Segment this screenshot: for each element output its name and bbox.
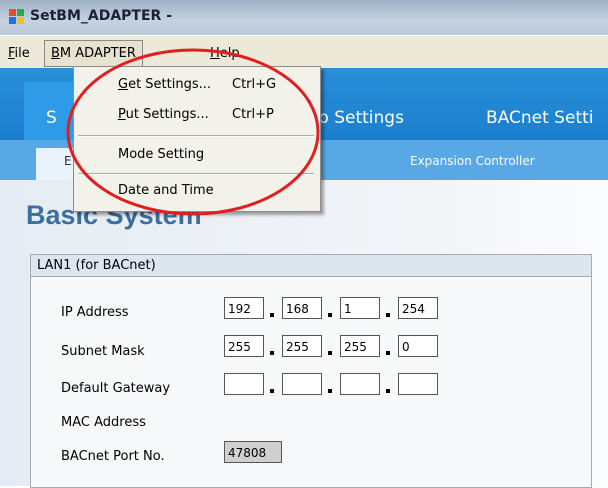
ip-dot [386, 313, 390, 317]
shortcut-ctrl-p: Ctrl+P [232, 107, 274, 122]
menu-item-date-and-time[interactable]: Date and Time [118, 183, 214, 198]
gateway-dot [328, 389, 332, 393]
default-gateway-label: Default Gateway [61, 381, 171, 396]
window-title: SetBM_ADAPTER - [30, 8, 173, 24]
subnet-octet-3[interactable]: 255 [340, 335, 380, 357]
subnet-dot [270, 351, 274, 355]
ip-dot [328, 313, 332, 317]
menu-bm-accel: B [51, 46, 60, 61]
mac-address-label: MAC Address [61, 415, 146, 430]
ip-octet-2[interactable]: 168 [282, 297, 322, 319]
tab-bacnet-settings[interactable]: BACnet Setti [486, 108, 593, 128]
bacnet-port-field: 47808 [224, 441, 282, 463]
gateway-dot [386, 389, 390, 393]
ip-octet-4[interactable]: 254 [398, 297, 438, 319]
menu-file-label: ile [14, 46, 30, 61]
subnet-dot [386, 351, 390, 355]
menu-help-label: elp [219, 46, 240, 61]
subnet-octet-1[interactable]: 255 [224, 335, 264, 357]
menu-separator [78, 135, 314, 137]
bm-adapter-menu: Get Settings... Ctrl+G Put Settings... C… [73, 66, 321, 212]
gateway-octet-1[interactable] [224, 373, 264, 395]
lan1-group: LAN1 (for BACnet) IP Address 192 168 1 2… [30, 254, 592, 488]
subnet-dot [328, 351, 332, 355]
group-title: LAN1 (for BACnet) [31, 255, 591, 277]
subnet-mask-label: Subnet Mask [61, 344, 145, 359]
put-accel: P [118, 107, 126, 122]
menu-help-accel: H [210, 46, 220, 61]
menu-item-mode-setting[interactable]: Mode Setting [118, 147, 204, 162]
menu-separator [78, 173, 314, 175]
subtab-basic-partial[interactable]: E [64, 154, 72, 168]
ip-octet-3[interactable]: 1 [340, 297, 380, 319]
app-icon [9, 9, 25, 25]
menu-bm-label: M ADAPTER [59, 46, 136, 61]
menu-item-put-settings[interactable]: Put Settings... [118, 107, 209, 122]
get-accel: G [118, 77, 129, 92]
ip-octet-1[interactable]: 192 [224, 297, 264, 319]
bacnet-port-label: BACnet Port No. [61, 449, 165, 464]
gateway-octet-3[interactable] [340, 373, 380, 395]
ip-dot [270, 313, 274, 317]
get-label: et Settings... [128, 77, 212, 92]
menu-help[interactable]: Help [210, 46, 240, 61]
ip-address-label: IP Address [61, 305, 129, 320]
gateway-octet-4[interactable] [398, 373, 438, 395]
tab-setup-settings[interactable]: p Settings [318, 108, 404, 128]
put-label: ut Settings... [125, 107, 209, 122]
menu-bar: File BM ADAPTER Help [0, 35, 608, 68]
subtab-expansion-controller[interactable]: Expansion Controller [410, 154, 535, 168]
gateway-dot [270, 389, 274, 393]
title-bar: SetBM_ADAPTER - [0, 0, 608, 35]
gateway-octet-2[interactable] [282, 373, 322, 395]
menu-bm-adapter[interactable]: BM ADAPTER [44, 40, 143, 67]
content-area: Basic System LAN1 (for BACnet) IP Addres… [0, 180, 608, 488]
tab-system-partial[interactable]: S [46, 108, 57, 128]
shortcut-ctrl-g: Ctrl+G [232, 77, 277, 92]
menu-item-get-settings[interactable]: Get Settings... [118, 77, 211, 92]
subnet-octet-4[interactable]: 0 [398, 335, 438, 357]
menu-file[interactable]: File [8, 46, 30, 61]
subnet-octet-2[interactable]: 255 [282, 335, 322, 357]
